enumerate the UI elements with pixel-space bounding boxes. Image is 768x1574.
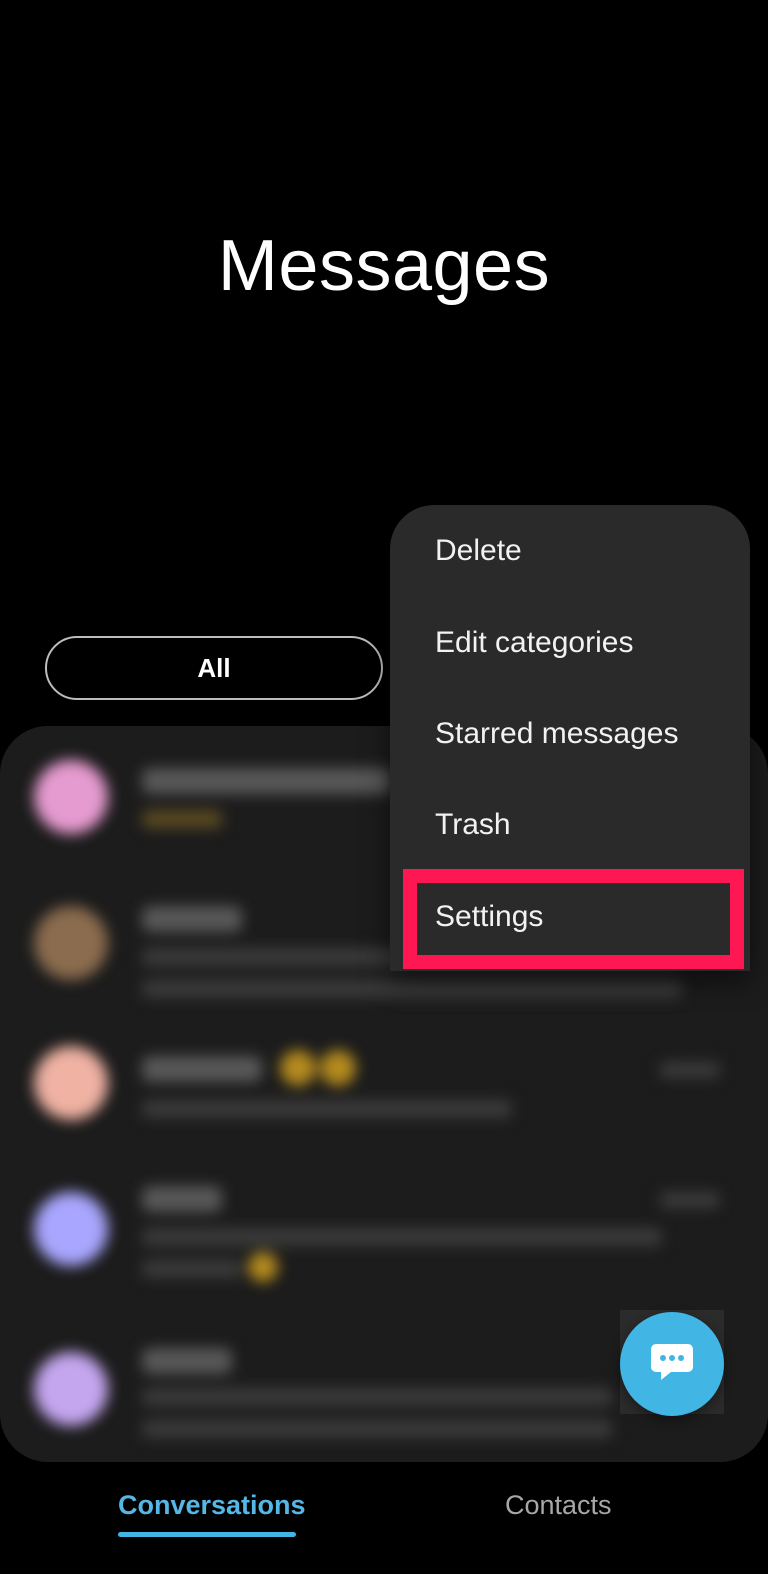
avatar bbox=[34, 1352, 108, 1426]
avatar bbox=[34, 1192, 108, 1266]
filter-all-chip[interactable]: All bbox=[45, 636, 383, 700]
tab-conversations[interactable]: Conversations bbox=[118, 1490, 306, 1521]
conversation-item[interactable] bbox=[0, 1026, 768, 1176]
filter-all-label: All bbox=[197, 652, 231, 683]
page-title: Messages bbox=[217, 226, 551, 306]
bottom-navigation: Conversations Contacts bbox=[0, 1480, 768, 1574]
tab-contacts[interactable]: Contacts bbox=[505, 1490, 612, 1521]
compose-message-button[interactable] bbox=[620, 1312, 724, 1416]
avatar bbox=[34, 906, 108, 980]
menu-item-trash[interactable]: Trash bbox=[390, 779, 750, 871]
overflow-menu: Delete Edit categories Starred messages … bbox=[390, 505, 750, 971]
active-tab-indicator bbox=[118, 1532, 296, 1537]
avatar bbox=[34, 760, 108, 834]
conversation-item[interactable] bbox=[0, 1176, 768, 1326]
menu-item-settings[interactable]: Settings bbox=[390, 871, 750, 963]
menu-item-delete[interactable]: Delete bbox=[390, 505, 750, 597]
avatar bbox=[34, 1046, 108, 1120]
menu-item-edit-categories[interactable]: Edit categories bbox=[390, 597, 750, 689]
chat-bubble-icon bbox=[649, 1341, 695, 1388]
menu-item-starred-messages[interactable]: Starred messages bbox=[390, 688, 750, 780]
